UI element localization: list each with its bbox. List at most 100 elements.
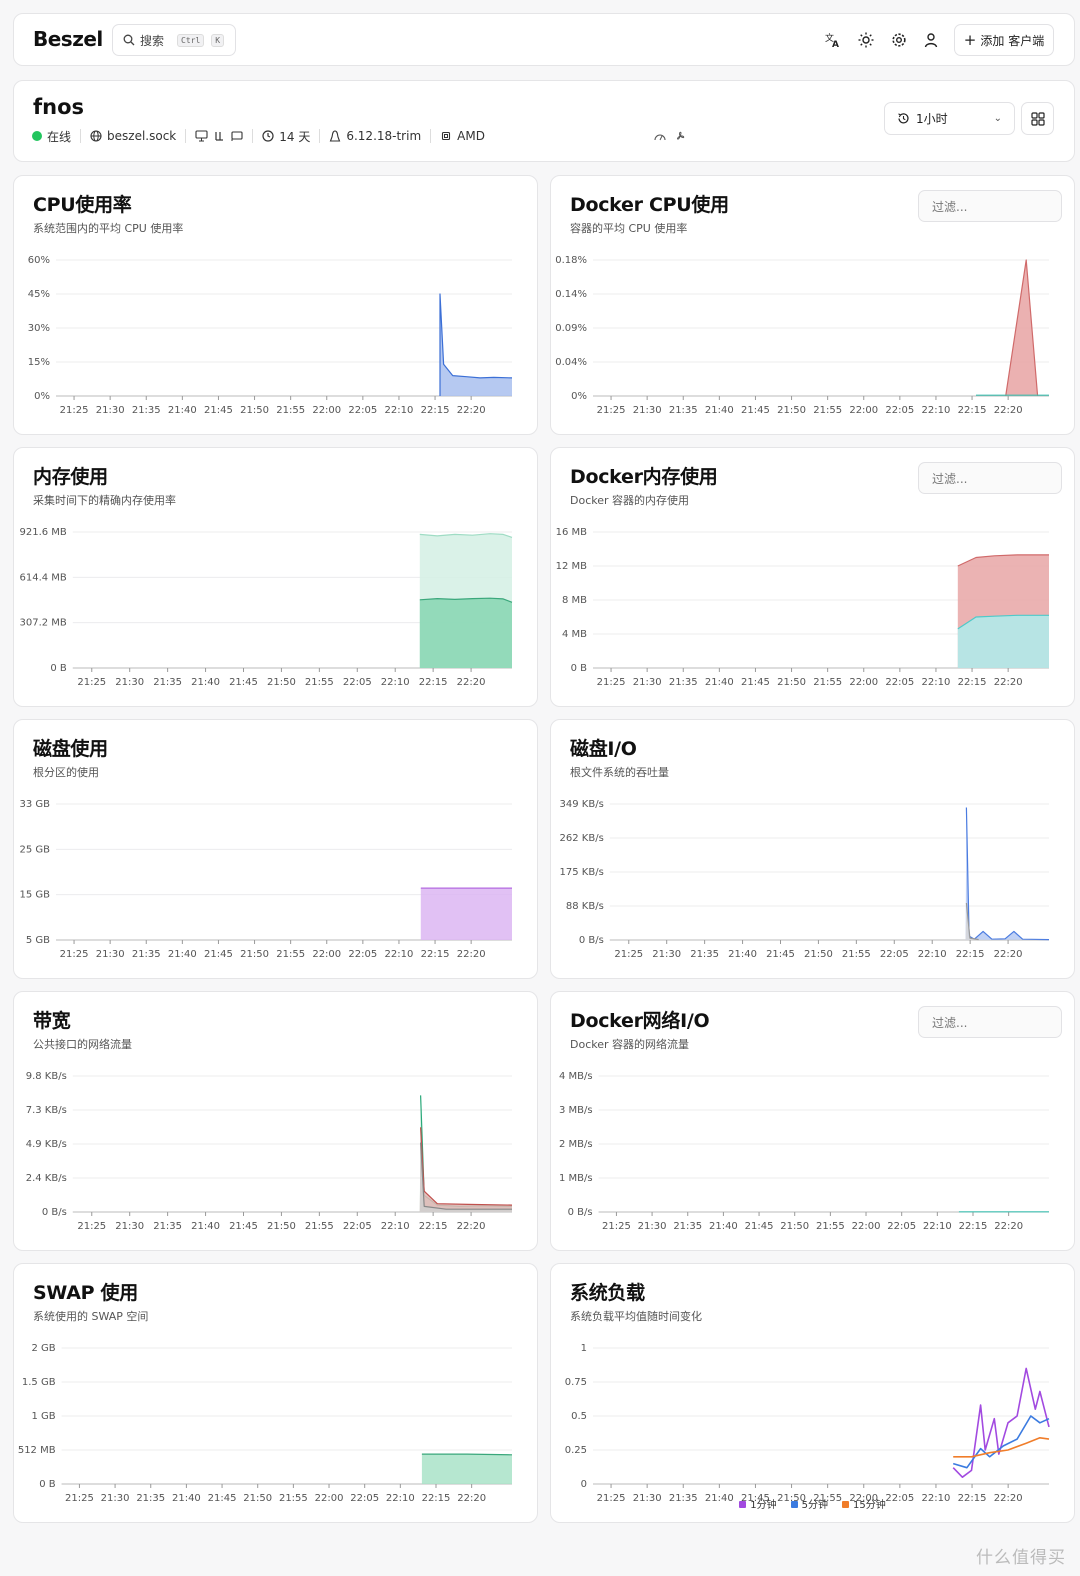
- x-tick-label: 21:30: [633, 405, 662, 416]
- y-tick-label: 8 MB: [562, 595, 587, 606]
- settings-gear-icon[interactable]: [888, 29, 910, 51]
- status-online-icon: [32, 131, 42, 141]
- x-tick-label: 21:30: [101, 1493, 130, 1504]
- x-tick-label: 22:05: [887, 1221, 916, 1232]
- chevron-down-icon: ⌄: [993, 113, 1002, 124]
- x-tick-label: 21:45: [229, 677, 258, 688]
- x-tick-label: 21:40: [709, 1221, 738, 1232]
- x-tick-label: 22:05: [343, 1221, 372, 1232]
- x-tick-label: 22:15: [422, 1493, 451, 1504]
- x-tick-label: 21:45: [204, 405, 233, 416]
- y-tick-label: 0.04%: [555, 357, 587, 368]
- container-filter-input[interactable]: 过滤...: [918, 1006, 1062, 1038]
- x-tick-label: 21:30: [652, 949, 681, 960]
- time-range-select[interactable]: 1小时 ⌄: [884, 102, 1015, 135]
- x-tick-label: 22:05: [348, 949, 377, 960]
- y-tick-label: 0 B: [50, 663, 67, 674]
- x-tick-label: 21:40: [705, 405, 734, 416]
- series-line-1: [420, 1127, 513, 1206]
- series-area-1: [419, 598, 512, 668]
- chart-subtitle: 采集时间下的精确内存使用率: [33, 494, 176, 507]
- globe-icon: [90, 130, 102, 142]
- x-tick-label: 22:10: [385, 405, 414, 416]
- y-tick-label: 12 MB: [556, 561, 588, 572]
- y-tick-label: 15%: [28, 357, 50, 368]
- y-tick-label: 2.4 KB/s: [26, 1173, 67, 1184]
- y-tick-label: 45%: [28, 289, 50, 300]
- x-tick-label: 21:50: [243, 1493, 272, 1504]
- x-tick-label: 21:25: [597, 677, 626, 688]
- x-tick-label: 22:20: [457, 405, 486, 416]
- y-tick-label: 1: [581, 1343, 587, 1354]
- fan-icon: [676, 131, 685, 140]
- chart-card-docker_cpu: Docker CPU使用 容器的平均 CPU 使用率 过滤... 0.18% 0.14…: [550, 175, 1075, 435]
- x-tick-label: 22:15: [958, 405, 987, 416]
- x-tick-label: 21:55: [816, 1221, 845, 1232]
- status-text: 在线: [47, 129, 72, 144]
- chart-subtitle: 公共接口的网络流量: [33, 1038, 132, 1051]
- y-tick-label: 60%: [28, 255, 50, 266]
- x-tick-label: 21:45: [741, 677, 770, 688]
- user-icon[interactable]: [920, 29, 942, 51]
- x-tick-label: 21:50: [240, 949, 269, 960]
- series-area-0: [419, 1095, 512, 1212]
- legend-item[interactable]: 1分钟: [739, 1496, 777, 1511]
- x-tick-label: 22:05: [350, 1493, 379, 1504]
- legend-item[interactable]: 15分钟: [842, 1496, 886, 1511]
- x-tick-label: 21:30: [115, 677, 144, 688]
- linux-tux-icon: [330, 130, 341, 142]
- chart-card-mem: 内存使用 采集时间下的精确内存使用率 921.6 MB 614.4 MB 307.2 …: [13, 447, 538, 707]
- x-tick-label: 22:10: [381, 677, 410, 688]
- x-tick-label: 21:50: [777, 405, 806, 416]
- x-tick-label: 22:20: [457, 949, 486, 960]
- x-tick-label: 21:40: [191, 1221, 220, 1232]
- x-tick-label: 22:15: [421, 405, 450, 416]
- x-tick-label: 22:15: [956, 949, 985, 960]
- legend-label: 1分钟: [750, 1500, 777, 1511]
- x-tick-label: 21:40: [728, 949, 757, 960]
- x-tick-label: 21:45: [208, 1493, 237, 1504]
- x-tick-label: 22:00: [849, 405, 878, 416]
- legend-item[interactable]: 5分钟: [790, 1496, 828, 1511]
- x-tick-label: 22:10: [385, 949, 414, 960]
- x-tick-label: 21:40: [705, 677, 734, 688]
- layout-grid-button[interactable]: [1021, 102, 1054, 135]
- chart-title: 内存使用: [33, 466, 108, 488]
- y-tick-label: 0 B/s: [579, 935, 604, 946]
- theme-sun-icon[interactable]: [855, 29, 877, 51]
- shortcut-k: K: [211, 33, 225, 47]
- x-tick-label: 21:45: [745, 1221, 774, 1232]
- search-button[interactable]: 搜索 Ctrl K: [112, 24, 236, 56]
- language-icon[interactable]: 文A: [822, 29, 844, 51]
- y-tick-label: 512 MB: [18, 1445, 56, 1456]
- search-icon: [123, 34, 135, 46]
- container-filter-input[interactable]: 过滤...: [918, 462, 1062, 494]
- x-tick-label: 21:35: [132, 949, 161, 960]
- container-filter-input[interactable]: 过滤...: [918, 190, 1062, 222]
- grid-layout-icon: [1030, 111, 1045, 126]
- app-logo[interactable]: Beszel: [33, 27, 103, 51]
- x-tick-label: 21:50: [804, 949, 833, 960]
- chart-plot-disk_io: 349 KB/s 262 KB/s 175 KB/s 88 KB/s 0 B/s 21:2…: [560, 799, 1050, 960]
- y-tick-label: 33 GB: [19, 799, 50, 810]
- y-tick-label: 262 KB/s: [560, 833, 604, 844]
- y-tick-label: 7.3 KB/s: [26, 1105, 67, 1116]
- chart-card-docker_net: Docker网络I/O Docker 容器的网络流量 过滤... 4 MB/s 3 M…: [550, 991, 1075, 1251]
- chart-subtitle: 根分区的使用: [33, 766, 99, 779]
- series-line-2: [420, 1142, 512, 1210]
- series-line-0: [420, 1095, 513, 1207]
- system-info-card: fnos 在线 beszel.sock 14 天 6.12.18-trim AM…: [13, 80, 1075, 162]
- series-line-0: [952, 1367, 1050, 1478]
- uptime-item: 14 天: [253, 129, 321, 144]
- x-tick-label: 21:45: [766, 949, 795, 960]
- chart-plot-docker_mem: 16 MB 12 MB 8 MB 4 MB 0 B 21:25 21:30 21:35 21:4…: [556, 527, 1049, 688]
- chart-title: Docker CPU使用: [570, 194, 729, 216]
- x-tick-label: 22:15: [419, 677, 448, 688]
- x-tick-label: 21:40: [168, 405, 197, 416]
- x-tick-label: 21:50: [240, 405, 269, 416]
- legend-label: 15分钟: [853, 1500, 886, 1511]
- x-tick-label: 21:55: [279, 1493, 308, 1504]
- add-client-button[interactable]: + 添加 客户端: [954, 24, 1054, 56]
- x-tick-label: 22:00: [315, 1493, 344, 1504]
- x-tick-label: 21:40: [191, 677, 220, 688]
